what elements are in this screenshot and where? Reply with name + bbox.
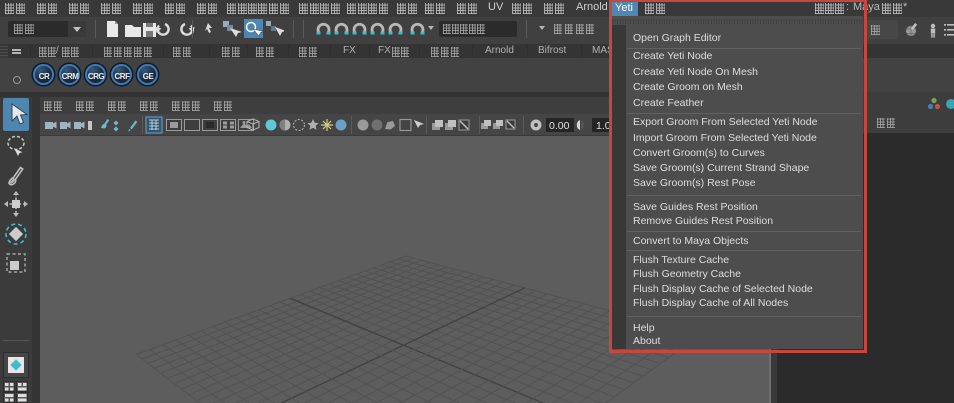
svg-text:0.00: 0.00	[549, 120, 570, 132]
